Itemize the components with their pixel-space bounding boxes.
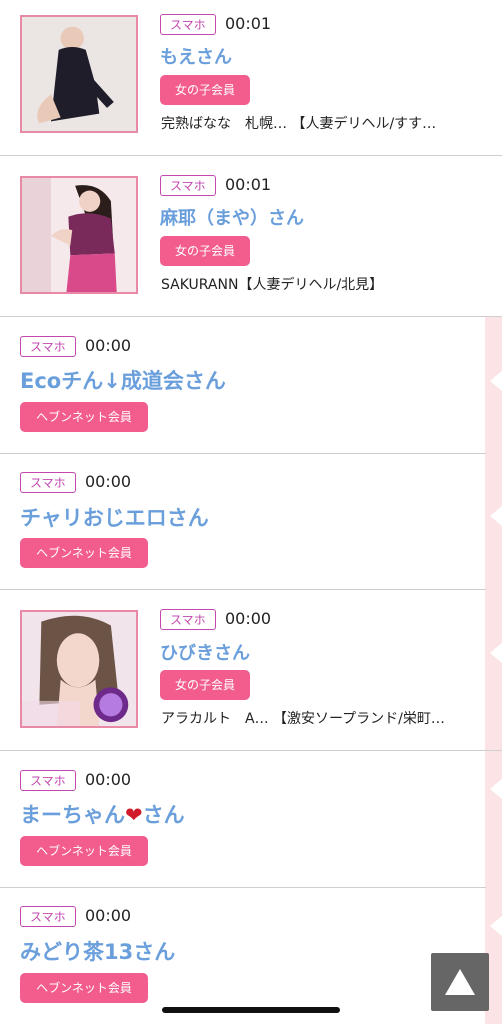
- list-item[interactable]: スマホ 00:01 もえさん 女の子会員 完熟ばなな 札幌… 【人妻デリヘル/す…: [0, 0, 502, 156]
- list-item[interactable]: スマホ 00:00 みどり茶13さん ヘブンネット会員: [0, 888, 486, 1024]
- user-name[interactable]: ひびきさん: [160, 639, 250, 665]
- shop-name[interactable]: SAKURANN【人妻デリヘル/北見】: [161, 274, 481, 294]
- list-item[interactable]: スマホ 00:00 まーちゃん❤さん ヘブンネット会員: [0, 751, 486, 888]
- user-name-suffix: さん: [142, 803, 185, 827]
- access-time: 00:00: [85, 472, 132, 491]
- device-badge: スマホ: [160, 14, 216, 35]
- access-time: 00:00: [85, 336, 132, 355]
- list-item[interactable]: スマホ 00:01 麻耶（まや）さん 女の子会員 SAKURANN【人妻デリヘル…: [0, 156, 502, 317]
- device-badge: スマホ: [20, 472, 76, 493]
- member-type-badge: ヘブンネット会員: [20, 973, 148, 1003]
- device-badge: スマホ: [20, 770, 76, 791]
- shop-name[interactable]: アラカルト A… 【激安ソープランド/栄町…: [161, 708, 481, 728]
- stripe-notch: [490, 506, 502, 526]
- access-time: 00:00: [85, 770, 132, 789]
- user-name[interactable]: もえさん: [160, 43, 232, 69]
- device-badge: スマホ: [160, 609, 216, 630]
- heart-icon: ❤: [125, 803, 143, 827]
- stripe-notch: [490, 371, 502, 391]
- access-time: 00:01: [225, 175, 272, 194]
- profile-photo-image: [22, 17, 136, 131]
- device-badge: スマホ: [20, 336, 76, 357]
- device-badge: スマホ: [160, 175, 216, 196]
- home-indicator[interactable]: [162, 1007, 340, 1013]
- list-item[interactable]: スマホ 00:00 チャリおじエロさん ヘブンネット会員: [0, 454, 486, 590]
- access-time: 00:00: [85, 906, 132, 925]
- list-item[interactable]: スマホ 00:00 Ecoチん↓成道会さん ヘブンネット会員: [0, 317, 486, 454]
- user-name[interactable]: 麻耶（まや）さん: [160, 204, 304, 230]
- user-name[interactable]: みどり茶13さん: [20, 936, 175, 966]
- profile-photo-image: [22, 178, 136, 292]
- user-name[interactable]: まーちゃん❤さん: [20, 799, 185, 829]
- stripe-notch: [490, 779, 502, 799]
- profile-photo-image: [22, 612, 136, 726]
- stripe-notch: [490, 916, 502, 936]
- member-type-badge: 女の子会員: [160, 236, 250, 266]
- profile-photo[interactable]: [20, 15, 138, 133]
- profile-photo[interactable]: [20, 610, 138, 728]
- user-name[interactable]: チャリおじエロさん: [20, 502, 209, 532]
- shop-name[interactable]: 完熟ばなな 札幌… 【人妻デリヘル/すす…: [161, 113, 481, 133]
- member-type-badge: ヘブンネット会員: [20, 836, 148, 866]
- member-type-badge: 女の子会員: [160, 670, 250, 700]
- profile-photo[interactable]: [20, 176, 138, 294]
- member-type-badge: ヘブンネット会員: [20, 402, 148, 432]
- triangle-up-icon: [445, 969, 475, 995]
- user-name[interactable]: Ecoチん↓成道会さん: [20, 365, 226, 395]
- access-time: 00:01: [225, 14, 272, 33]
- scroll-to-top-button[interactable]: [431, 953, 489, 1011]
- list-item[interactable]: スマホ 00:00 ひびきさん 女の子会員 アラカルト A… 【激安ソープランド…: [0, 590, 502, 751]
- device-badge: スマホ: [20, 906, 76, 927]
- access-time: 00:00: [225, 609, 272, 628]
- user-name-text: まーちゃん: [20, 803, 125, 827]
- member-type-badge: 女の子会員: [160, 75, 250, 105]
- member-type-badge: ヘブンネット会員: [20, 538, 148, 568]
